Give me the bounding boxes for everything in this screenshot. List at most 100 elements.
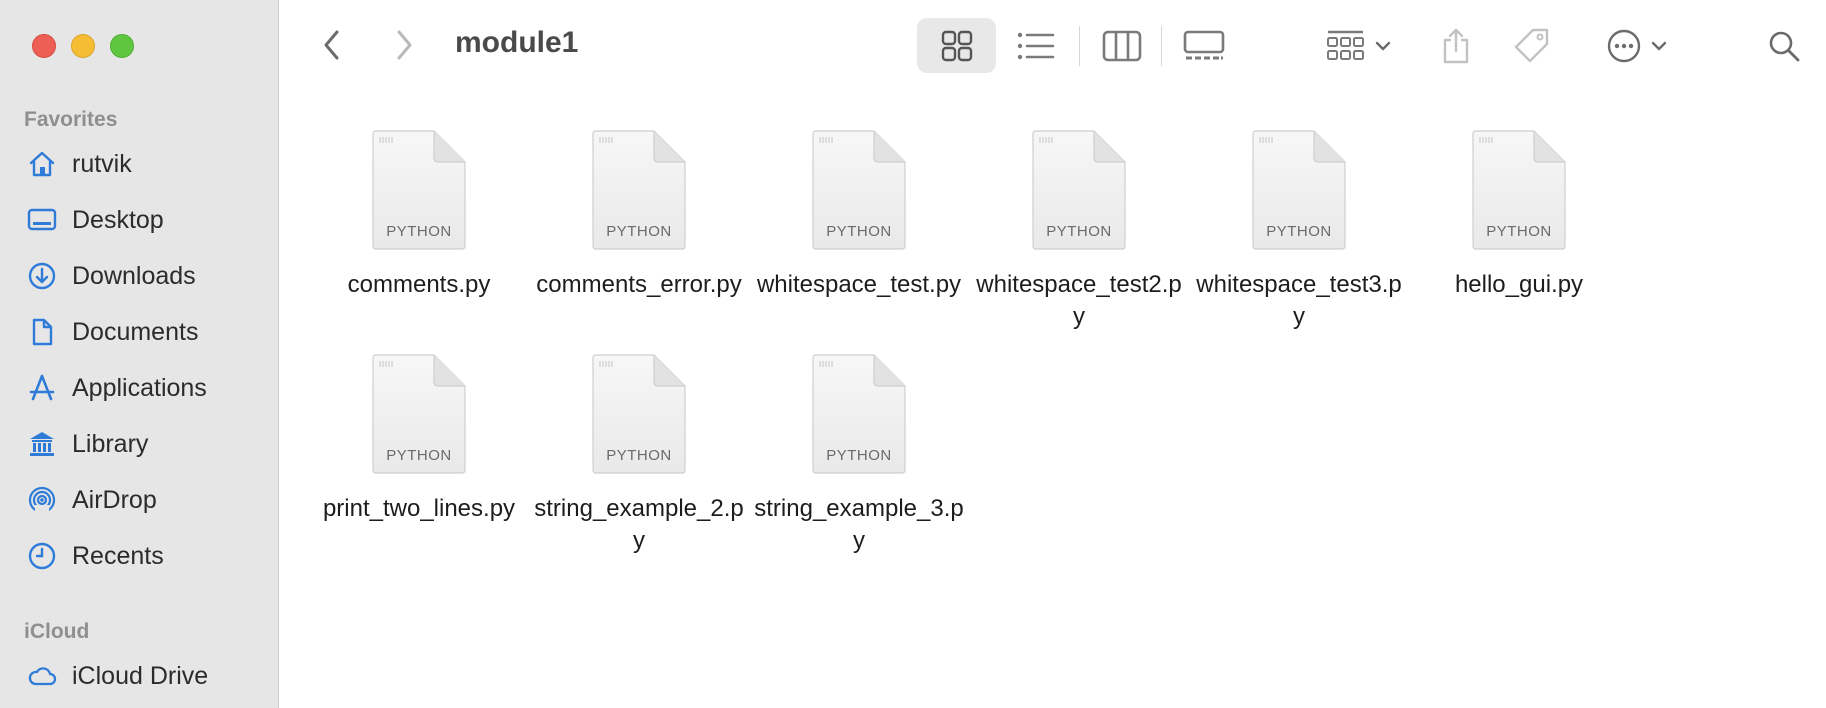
file-type-label: PYTHON bbox=[826, 223, 892, 240]
close-window-button[interactable] bbox=[32, 34, 56, 58]
file-type-label: PYTHON bbox=[826, 447, 892, 464]
toolbar-separator bbox=[1161, 26, 1162, 66]
sidebar-section-icloud: iCloud bbox=[24, 620, 90, 643]
home-icon bbox=[26, 148, 58, 180]
sidebar-item-label: Applications bbox=[72, 373, 207, 402]
file-name: hello_gui.py bbox=[1454, 271, 1584, 298]
sidebar-section-favorites: Favorites bbox=[24, 108, 118, 131]
sidebar-item-label: Library bbox=[72, 429, 149, 458]
file-name: whitespace_test2.py bbox=[976, 271, 1182, 330]
file-type-label: PYTHON bbox=[386, 223, 452, 240]
window-title: module1 bbox=[455, 26, 579, 59]
share-button[interactable] bbox=[1431, 18, 1481, 73]
sidebar-item-applications[interactable]: Applications bbox=[26, 368, 207, 408]
finder-window: Favorites rutvik Desktop Downloads Docum… bbox=[0, 0, 1826, 708]
file-type-label: PYTHON bbox=[1266, 223, 1332, 240]
file-item[interactable]: PYTHON comments_error.py bbox=[529, 130, 749, 301]
python-file-icon: PYTHON bbox=[372, 354, 466, 474]
desktop-icon bbox=[26, 204, 58, 236]
chevron-right-icon bbox=[397, 30, 412, 60]
toolbar: module1 bbox=[279, 0, 1826, 90]
sidebar-item-label: Desktop bbox=[72, 205, 164, 234]
sidebar-item-label: Downloads bbox=[72, 261, 196, 290]
clock-icon bbox=[26, 540, 58, 572]
file-item[interactable]: PYTHON comments.py bbox=[309, 130, 529, 301]
more-actions-button[interactable] bbox=[1597, 18, 1677, 73]
file-item[interactable]: PYTHON hello_gui.py bbox=[1409, 130, 1629, 301]
sidebar-item-downloads[interactable]: Downloads bbox=[26, 256, 196, 296]
icon-view-button[interactable] bbox=[917, 18, 996, 73]
file-type-label: PYTHON bbox=[386, 447, 452, 464]
sidebar-item-recents[interactable]: Recents bbox=[26, 536, 164, 576]
main-content: module1 PYTHON comments.py PYTHON commen… bbox=[279, 0, 1826, 708]
airdrop-icon bbox=[26, 484, 58, 516]
gallery-view-button[interactable] bbox=[1169, 18, 1239, 73]
python-file-icon: PYTHON bbox=[1252, 130, 1346, 250]
sidebar-item-icloud-drive[interactable]: iCloud Drive bbox=[26, 656, 208, 696]
python-file-icon: PYTHON bbox=[592, 354, 686, 474]
share-icon bbox=[1443, 28, 1469, 63]
file-name: whitespace_test3.py bbox=[1196, 271, 1402, 330]
sidebar-item-label: iCloud Drive bbox=[72, 661, 209, 690]
tag-icon bbox=[1514, 28, 1549, 62]
search-button[interactable] bbox=[1759, 18, 1809, 73]
chevron-down-icon bbox=[1375, 41, 1391, 50]
group-by-button[interactable] bbox=[1319, 18, 1399, 73]
python-file-icon: PYTHON bbox=[592, 130, 686, 250]
column-view-button[interactable] bbox=[1087, 18, 1157, 73]
file-item[interactable]: PYTHON string_example_3.py bbox=[749, 354, 969, 557]
sidebar-item-label: Recents bbox=[72, 541, 164, 570]
file-name: comments_error.py bbox=[536, 271, 742, 298]
minimize-window-button[interactable] bbox=[71, 34, 95, 58]
file-type-label: PYTHON bbox=[606, 447, 672, 464]
python-file-icon: PYTHON bbox=[1032, 130, 1126, 250]
python-file-icon: PYTHON bbox=[372, 130, 466, 250]
toolbar-separator bbox=[1079, 26, 1080, 66]
grid-view-icon bbox=[941, 30, 972, 61]
file-name: whitespace_test.py bbox=[756, 271, 962, 298]
file-item[interactable]: PYTHON whitespace_test2.py bbox=[969, 130, 1189, 333]
file-type-label: PYTHON bbox=[1046, 223, 1112, 240]
python-file-icon: PYTHON bbox=[1472, 130, 1566, 250]
file-item[interactable]: PYTHON whitespace_test3.py bbox=[1189, 130, 1409, 333]
file-type-label: PYTHON bbox=[606, 223, 672, 240]
file-name: print_two_lines.py bbox=[322, 495, 516, 522]
chevron-down-icon bbox=[1651, 41, 1667, 50]
list-view-button[interactable] bbox=[1001, 18, 1071, 73]
file-type-label: PYTHON bbox=[1486, 223, 1552, 240]
search-icon bbox=[1769, 31, 1800, 61]
sidebar-item-library[interactable]: Library bbox=[26, 424, 148, 464]
sidebar-item-label: AirDrop bbox=[72, 485, 157, 514]
file-item[interactable]: PYTHON print_two_lines.py bbox=[309, 354, 529, 525]
file-item[interactable]: PYTHON string_example_2.py bbox=[529, 354, 749, 557]
library-icon bbox=[26, 428, 58, 460]
list-view-icon bbox=[1017, 32, 1055, 59]
sidebar-item-airdrop[interactable]: AirDrop bbox=[26, 480, 157, 520]
tag-button[interactable] bbox=[1507, 18, 1557, 73]
file-name: comments.py bbox=[347, 271, 491, 298]
file-item[interactable]: PYTHON whitespace_test.py bbox=[749, 130, 969, 301]
cloud-icon bbox=[26, 660, 58, 692]
sidebar-item-documents[interactable]: Documents bbox=[26, 312, 198, 352]
sidebar-item-rutvik[interactable]: rutvik bbox=[26, 144, 132, 184]
sidebar-item-label: rutvik bbox=[72, 149, 132, 178]
gallery-view-icon bbox=[1183, 30, 1225, 59]
group-grid-icon bbox=[1327, 30, 1364, 60]
document-icon bbox=[26, 316, 58, 348]
applications-icon bbox=[26, 372, 58, 404]
sidebar-item-label: Documents bbox=[72, 317, 199, 346]
forward-button[interactable] bbox=[389, 24, 419, 66]
sidebar-item-desktop[interactable]: Desktop bbox=[26, 200, 164, 240]
python-file-icon: PYTHON bbox=[812, 130, 906, 250]
file-name: string_example_2.py bbox=[534, 495, 744, 554]
downloads-icon bbox=[26, 260, 58, 292]
back-button[interactable] bbox=[317, 24, 347, 66]
python-file-icon: PYTHON bbox=[812, 354, 906, 474]
sidebar: Favorites rutvik Desktop Downloads Docum… bbox=[0, 0, 279, 708]
more-icon bbox=[1607, 29, 1641, 62]
column-view-icon bbox=[1102, 30, 1142, 61]
file-name: string_example_3.py bbox=[754, 495, 964, 554]
chevron-left-icon bbox=[324, 30, 339, 60]
traffic-lights bbox=[32, 34, 134, 58]
zoom-window-button[interactable] bbox=[110, 34, 134, 58]
